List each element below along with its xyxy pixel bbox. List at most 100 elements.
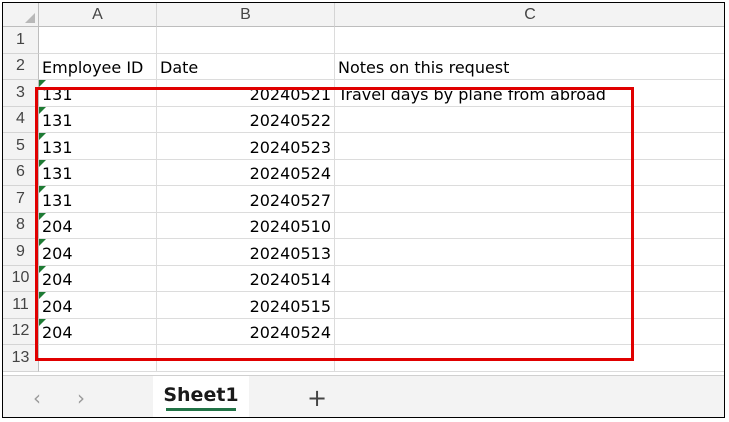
cell-c6[interactable] (335, 160, 724, 186)
cell-c11[interactable] (335, 292, 724, 319)
row-header-10[interactable]: 10 (3, 265, 39, 292)
column-header-b[interactable]: B (157, 3, 335, 27)
number-as-text-indicator-icon (39, 106, 46, 114)
cell-value: 204 (42, 243, 73, 263)
cell-value: 131 (42, 84, 73, 104)
number-as-text-indicator-icon (39, 212, 46, 220)
row-header-12[interactable]: 12 (3, 318, 39, 345)
cell-a8[interactable]: 204 (39, 212, 157, 239)
cell-b8[interactable]: 20240510 (157, 212, 335, 239)
cell-b4[interactable]: 20240522 (157, 106, 335, 133)
row-header-8[interactable]: 8 (3, 212, 39, 239)
row-header-7[interactable]: 7 (3, 186, 39, 213)
cell-b10[interactable]: 20240514 (157, 265, 335, 292)
column-header-c[interactable]: C (335, 3, 724, 27)
cell-c8[interactable] (335, 213, 724, 239)
cell-a12[interactable]: 204 (39, 318, 157, 345)
row-header-5[interactable]: 5 (3, 133, 39, 160)
spreadsheet-window: A B C 1 2 3 4 5 6 7 8 9 10 11 12 13 Employee ID Date Notes… (2, 2, 725, 418)
cell-b11[interactable]: 20240515 (157, 292, 335, 319)
row-header-3[interactable]: 3 (3, 80, 39, 107)
cell-value: 131 (42, 137, 73, 157)
cell-value: 131 (42, 111, 73, 130)
cell-c10[interactable] (335, 266, 724, 292)
select-all-triangle-icon (25, 13, 35, 23)
cell-a7[interactable]: 131 (39, 186, 157, 213)
sheet-tab-sheet1[interactable]: Sheet1 (153, 376, 249, 417)
number-as-text-indicator-icon (39, 80, 46, 87)
cell-c3[interactable]: Travel days by plane from abroad (335, 80, 724, 107)
plus-icon[interactable]: + (303, 384, 331, 412)
chevron-left-icon[interactable]: ‹ (23, 384, 51, 412)
cell-c13[interactable] (335, 345, 724, 372)
cell-a4[interactable]: 131 (39, 106, 157, 133)
cell-value: 204 (42, 270, 73, 289)
cell-a6[interactable]: 131 (39, 159, 157, 186)
cell-a13[interactable] (39, 345, 157, 372)
row-header-4[interactable]: 4 (3, 106, 39, 133)
cell-value: 131 (42, 164, 73, 183)
cell-c2[interactable]: Notes on this request (335, 54, 724, 80)
cell-value: 204 (42, 217, 73, 236)
cell-a9[interactable]: 204 (39, 239, 157, 266)
cell-b13[interactable] (157, 345, 335, 372)
number-as-text-indicator-icon (39, 133, 46, 140)
cell-a5[interactable]: 131 (39, 133, 157, 160)
column-header-a[interactable]: A (39, 3, 157, 27)
cell-b5[interactable]: 20240523 (157, 133, 335, 160)
sheet-tab-label: Sheet1 (163, 384, 239, 406)
cell-value: Notes on this request (338, 58, 510, 77)
cell-value: 20240527 (249, 190, 331, 210)
cell-b1[interactable] (157, 27, 335, 54)
cell-b2[interactable]: Date (157, 53, 335, 80)
cell-value: 20240523 (249, 137, 331, 157)
cell-b9[interactable]: 20240513 (157, 239, 335, 266)
cell-a11[interactable]: 204 (39, 292, 157, 319)
cell-a10[interactable]: 204 (39, 265, 157, 292)
active-tab-underline (166, 408, 236, 411)
row-header-6[interactable]: 6 (3, 159, 39, 186)
cell-value: 20240510 (249, 217, 331, 236)
row-header-9[interactable]: 9 (3, 239, 39, 266)
number-as-text-indicator-icon (39, 239, 46, 246)
cell-value: 20240515 (249, 296, 331, 316)
number-as-text-indicator-icon (39, 292, 46, 299)
number-as-text-indicator-icon (39, 265, 46, 273)
row-header-2[interactable]: 2 (3, 53, 39, 80)
cell-a2[interactable]: Employee ID (39, 53, 157, 80)
select-all-corner[interactable] (3, 3, 39, 27)
cell-value: 20240524 (249, 164, 331, 183)
chevron-right-icon[interactable]: › (67, 384, 95, 412)
cell-value: Employee ID (42, 58, 144, 77)
cell-b3[interactable]: 20240521 (157, 80, 335, 107)
cell-value: 20240522 (249, 111, 331, 130)
number-as-text-indicator-icon (39, 318, 46, 326)
cell-value: Date (160, 58, 199, 77)
row-header-1[interactable]: 1 (3, 27, 39, 54)
cell-c9[interactable] (335, 239, 724, 266)
cell-b12[interactable]: 20240524 (157, 318, 335, 345)
cell-value: 20240521 (249, 84, 331, 104)
cell-c4[interactable] (335, 107, 724, 133)
cell-value: 20240513 (249, 243, 331, 263)
cell-b7[interactable]: 20240527 (157, 186, 335, 213)
cell-a3[interactable]: 131 (39, 80, 157, 107)
cell-c1[interactable] (335, 27, 724, 54)
cell-value: 20240524 (249, 323, 331, 342)
cell-value: 204 (42, 296, 73, 316)
number-as-text-indicator-icon (39, 159, 46, 167)
cell-b6[interactable]: 20240524 (157, 159, 335, 186)
cell-c5[interactable] (335, 133, 724, 160)
cell-value: 204 (42, 323, 73, 342)
row-header-11[interactable]: 11 (3, 292, 39, 319)
cell-value: Travel days by plane from abroad (338, 84, 606, 104)
number-as-text-indicator-icon (39, 186, 46, 193)
sheet-grid: A B C 1 2 3 4 5 6 7 8 9 10 11 12 13 Employee ID Date Notes… (3, 3, 724, 375)
row-header-13[interactable]: 13 (3, 345, 39, 372)
cell-c7[interactable] (335, 186, 724, 213)
cell-value: 20240514 (249, 270, 331, 289)
sheet-tab-bar: ‹ › Sheet1 + (3, 375, 724, 417)
cell-value: 131 (42, 190, 73, 210)
cell-c12[interactable] (335, 319, 724, 345)
cell-a1[interactable] (39, 27, 157, 54)
